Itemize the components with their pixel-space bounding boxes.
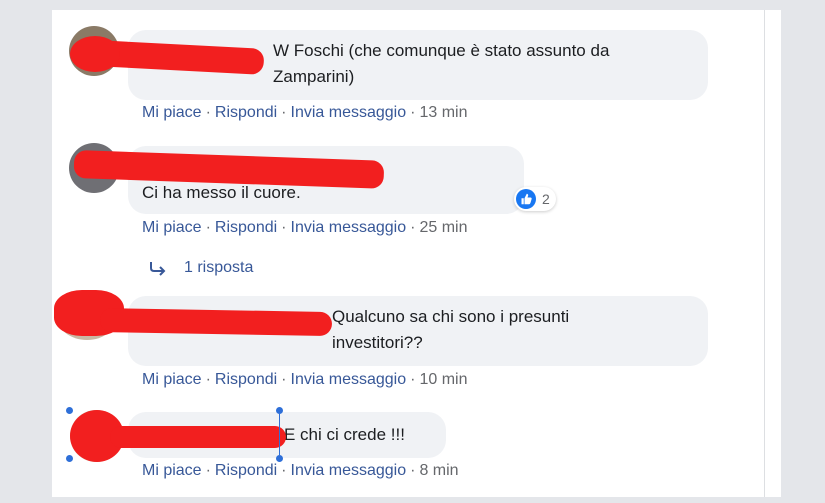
redaction-mark <box>110 426 286 448</box>
selection-handle[interactable] <box>66 455 73 462</box>
comment-text: W Foschi (che comunque è stato assunto d… <box>273 41 610 86</box>
reply-link[interactable]: Rispondi <box>215 219 277 236</box>
message-link[interactable]: Invia messaggio <box>291 462 407 479</box>
selection-handle[interactable] <box>276 407 283 414</box>
comment-actions: Mi piace · Rispondi · Invia messaggio · 8 min <box>142 462 459 479</box>
like-link[interactable]: Mi piace <box>142 371 202 388</box>
reaction-count-label: 2 <box>542 191 550 207</box>
redaction-mark <box>99 308 333 337</box>
like-icon <box>516 189 536 209</box>
view-replies-label: 1 risposta <box>184 259 254 276</box>
comment-text: Qualcuno sa chi sono i presunti investit… <box>332 307 570 352</box>
reply-link[interactable]: Rispondi <box>215 371 277 388</box>
side-scrollbar[interactable] <box>764 10 781 497</box>
reply-link[interactable]: Rispondi <box>215 462 277 479</box>
like-link[interactable]: Mi piace <box>142 462 202 479</box>
timestamp[interactable]: 10 min <box>419 371 467 388</box>
selection-edge <box>279 414 280 455</box>
reaction-count[interactable]: 2 <box>514 187 556 211</box>
comment-actions: Mi piace · Rispondi · Invia messaggio · 25 min <box>142 219 468 236</box>
view-replies-link[interactable]: 1 risposta <box>148 259 253 277</box>
selection-handle[interactable] <box>66 407 73 414</box>
like-link[interactable]: Mi piace <box>142 104 202 121</box>
comment-actions: Mi piace · Rispondi · Invia messaggio · 13 min <box>142 104 468 121</box>
comment-actions: Mi piace · Rispondi · Invia messaggio · 10 min <box>142 371 468 388</box>
reply-link[interactable]: Rispondi <box>215 104 277 121</box>
timestamp[interactable]: 13 min <box>419 104 467 121</box>
selection-handle[interactable] <box>276 455 283 462</box>
message-link[interactable]: Invia messaggio <box>291 104 407 121</box>
reply-arrow-icon <box>150 262 166 276</box>
redaction-mark <box>70 36 120 72</box>
comment-text: E chi ci crede !!! <box>284 425 405 444</box>
timestamp[interactable]: 8 min <box>419 462 458 479</box>
message-link[interactable]: Invia messaggio <box>291 371 407 388</box>
message-link[interactable]: Invia messaggio <box>291 219 407 236</box>
like-link[interactable]: Mi piace <box>142 219 202 236</box>
timestamp[interactable]: 25 min <box>419 219 467 236</box>
